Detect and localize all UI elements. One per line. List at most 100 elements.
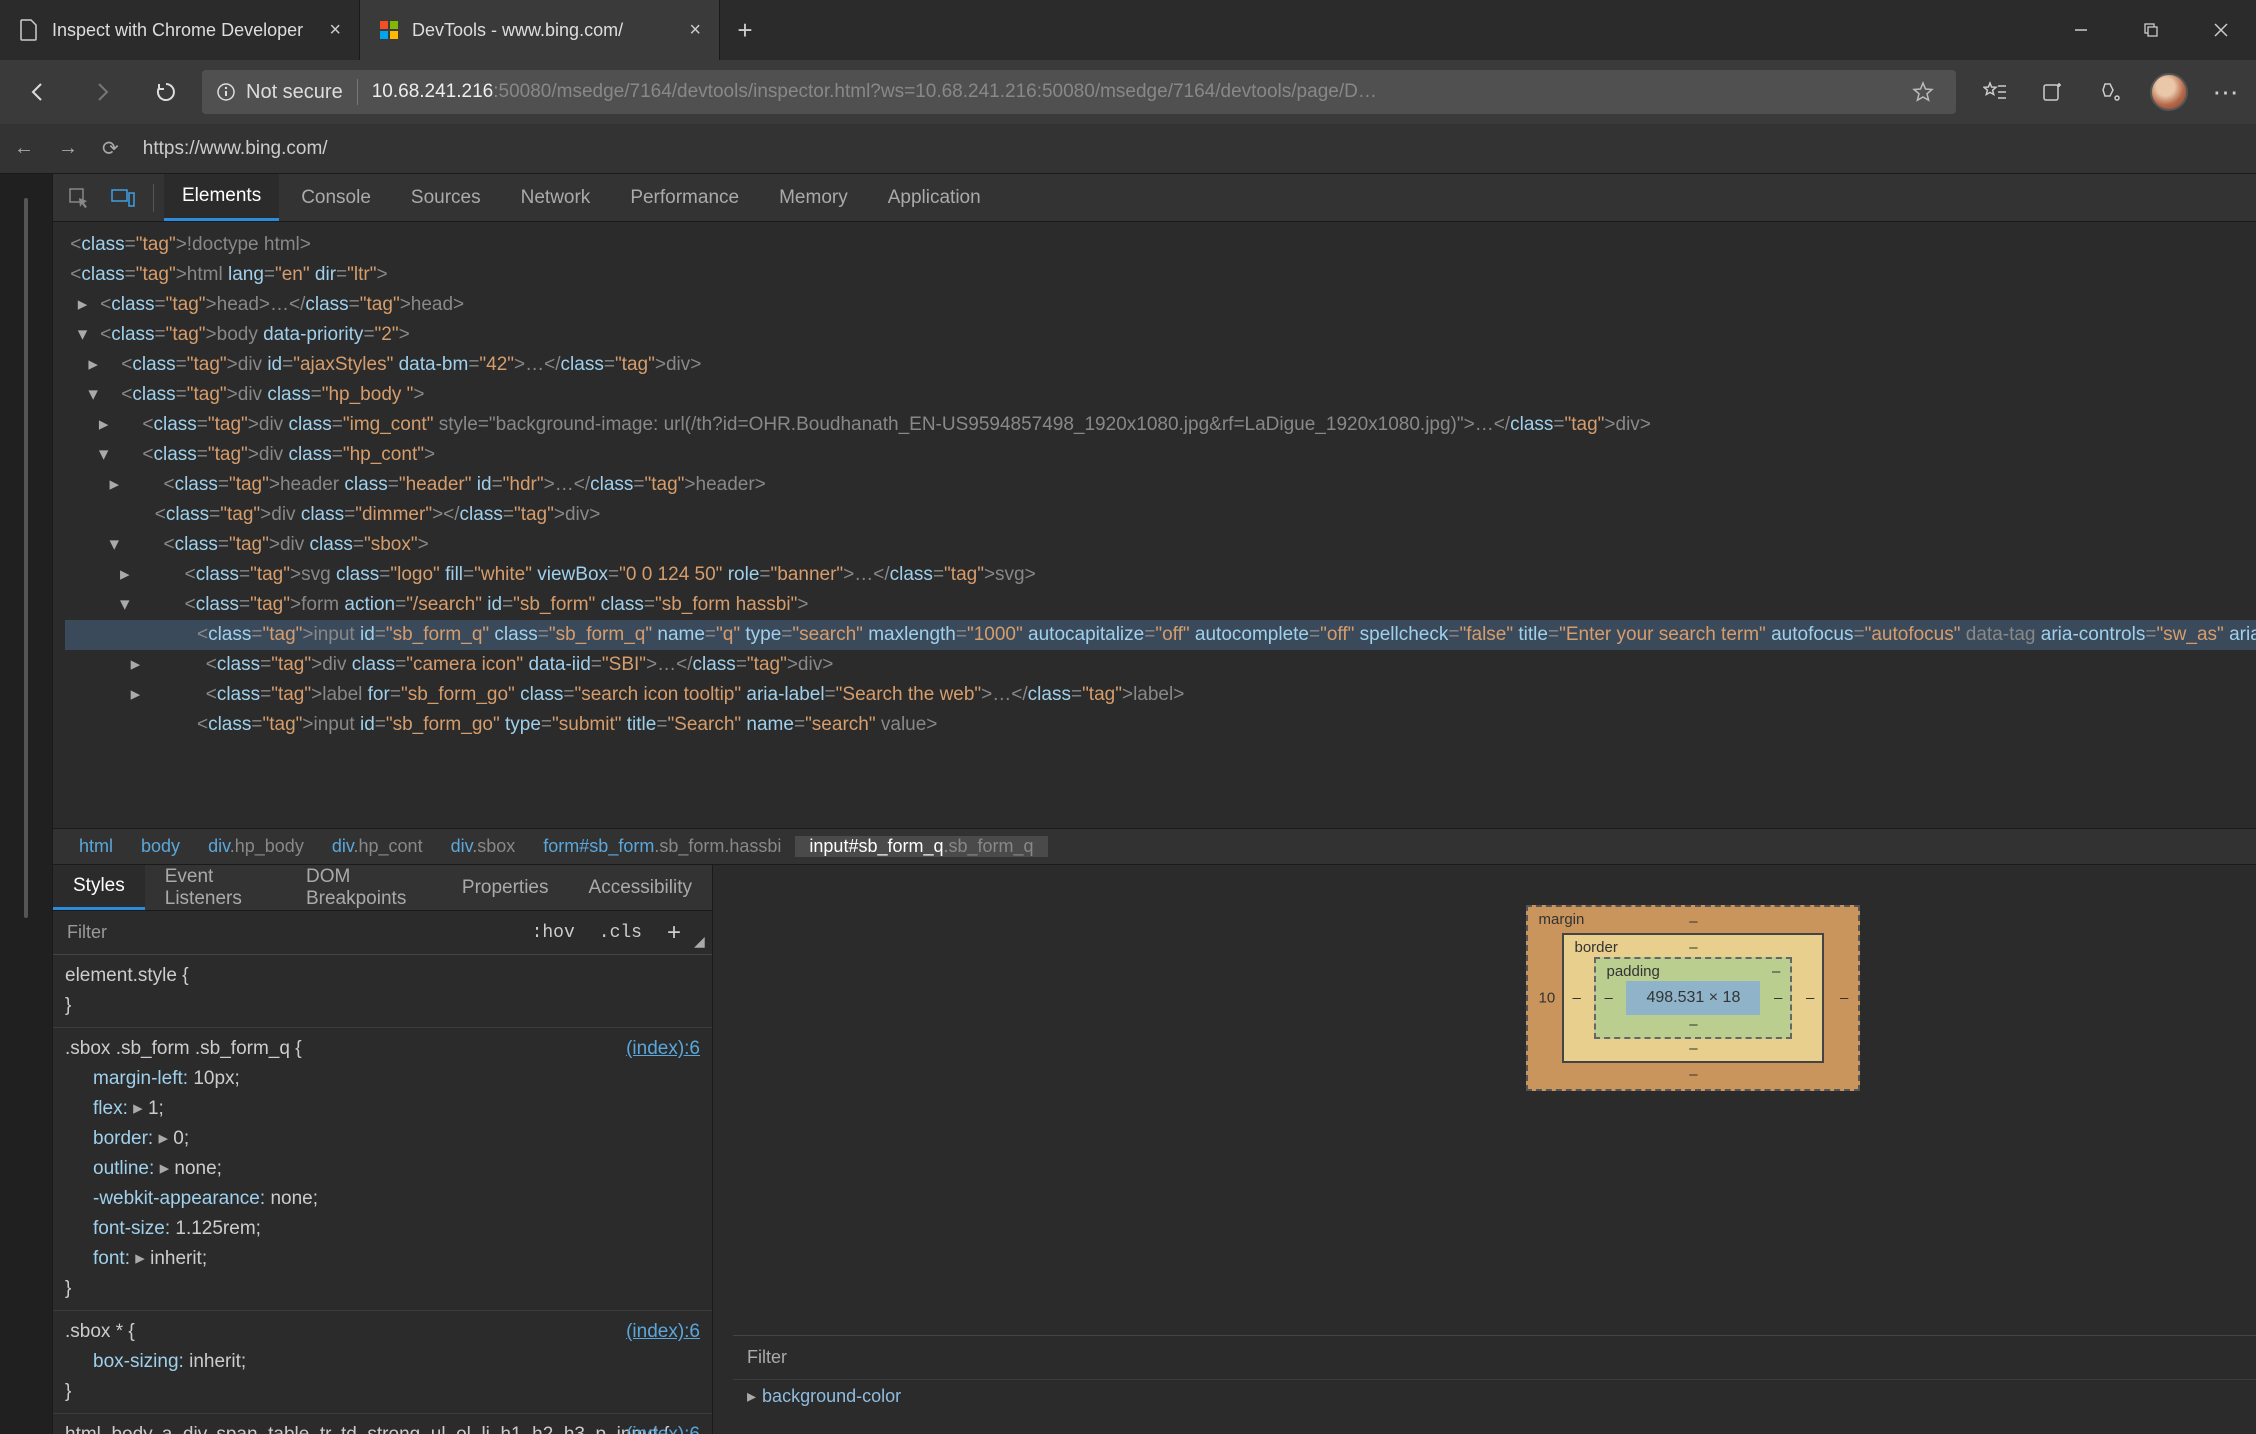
- edge-favicon-icon: [378, 19, 400, 41]
- collections-icon[interactable]: [2034, 73, 2072, 111]
- tab-dom-breakpoints[interactable]: DOM Breakpoints: [286, 865, 442, 910]
- inspect-element-icon[interactable]: [59, 178, 99, 218]
- tab-console[interactable]: Console: [283, 174, 389, 221]
- dom-node[interactable]: ▾ <class="tag">div class="sbox">: [65, 530, 2256, 560]
- styles-pane: Styles Event Listeners DOM Breakpoints P…: [53, 865, 713, 1434]
- tab-network[interactable]: Network: [503, 174, 609, 221]
- background-image-decoration: [24, 571, 28, 791]
- dom-node[interactable]: ▸ <class="tag">header class="header" id=…: [65, 470, 2256, 500]
- close-window-button[interactable]: [2186, 0, 2256, 60]
- dom-node[interactable]: ▸ <class="tag">div class="img_cont" styl…: [65, 410, 2256, 440]
- separator: [153, 184, 154, 212]
- tab-accessibility[interactable]: Accessibility: [569, 865, 712, 910]
- resize-corner-icon[interactable]: ◢: [694, 933, 712, 954]
- dom-node[interactable]: ▾ <class="tag">body data-priority="2">: [65, 320, 2256, 350]
- back-icon[interactable]: ←: [14, 137, 34, 160]
- breadcrumb-item[interactable]: form#sb_form.sb_form.hassbi: [529, 836, 795, 857]
- margin-label: margin: [1538, 911, 1584, 928]
- dom-node[interactable]: <class="tag">!doctype html>: [65, 230, 2256, 260]
- css-rule[interactable]: (index):6.sbox * {box-sizing: inherit;}: [53, 1311, 712, 1414]
- maximize-button[interactable]: [2116, 0, 2186, 60]
- device-frame[interactable]: Images Connor 895🏅 ☰ Bing: [24, 198, 28, 918]
- back-button[interactable]: [10, 68, 66, 116]
- inspected-page-pane: Images Connor 895🏅 ☰ Bing: [0, 174, 52, 1434]
- dom-node[interactable]: ▸ <class="tag">label for="sb_form_go" cl…: [65, 680, 2256, 710]
- menu-icon[interactable]: ⋯: [2208, 73, 2246, 111]
- tab-title: DevTools - www.bing.com/: [412, 20, 677, 41]
- source-link[interactable]: (index):6: [626, 1034, 700, 1064]
- styles-filter-input[interactable]: Filter: [53, 922, 520, 943]
- address-bar[interactable]: Not secure 10.68.241.216:50080/msedge/71…: [202, 70, 1956, 114]
- devtools-panel: Elements Console Sources Network Perform…: [52, 174, 2256, 1434]
- forward-icon[interactable]: →: [58, 137, 78, 160]
- browser-tab-strip: Inspect with Chrome Developer × DevTools…: [0, 0, 2256, 60]
- dom-node[interactable]: ▸ <class="tag">head>…</class="tag">head>: [65, 290, 2256, 320]
- dom-tree[interactable]: <class="tag">!doctype html> <class="tag"…: [53, 222, 2256, 828]
- new-rule-button[interactable]: +: [654, 919, 694, 947]
- bing-search-box[interactable]: [24, 330, 28, 386]
- dom-node[interactable]: ▾ <class="tag">form action="/search" id=…: [65, 590, 2256, 620]
- dom-breadcrumbs[interactable]: htmlbodydiv.hp_bodydiv.hp_contdiv.sboxfo…: [53, 828, 2256, 864]
- favorites-list-icon[interactable]: [1976, 73, 2014, 111]
- breadcrumb-item[interactable]: body: [127, 836, 194, 857]
- dom-node[interactable]: ▸ <class="tag">svg class="logo" fill="wh…: [65, 560, 2256, 590]
- tab-sources[interactable]: Sources: [393, 174, 499, 221]
- profile-avatar[interactable]: [2150, 73, 2188, 111]
- browser-tab-active[interactable]: DevTools - www.bing.com/ ×: [360, 0, 720, 60]
- favorite-star-icon[interactable]: [1904, 73, 1942, 111]
- breadcrumb-item[interactable]: div.hp_cont: [318, 836, 437, 857]
- css-rule[interactable]: (index):6html, body, a, div, span, table…: [53, 1414, 712, 1434]
- tab-memory[interactable]: Memory: [761, 174, 866, 221]
- extensions-icon[interactable]: [2092, 73, 2130, 111]
- css-rules[interactable]: element.style {}(index):6.sbox .sb_form …: [53, 955, 712, 1434]
- info-icon: [216, 82, 236, 102]
- tab-elements[interactable]: Elements: [164, 174, 279, 221]
- dom-node[interactable]: <class="tag">input id="sb_form_q" class=…: [65, 620, 2256, 650]
- new-tab-button[interactable]: +: [720, 0, 770, 60]
- css-rule[interactable]: (index):6.sbox .sb_form .sb_form_q {marg…: [53, 1028, 712, 1311]
- reload-icon[interactable]: ⟳: [102, 136, 119, 161]
- bing-logo: Bing: [24, 264, 28, 314]
- close-tab-icon[interactable]: ×: [329, 19, 341, 42]
- dom-node[interactable]: <class="tag">input id="sb_form_go" type=…: [65, 710, 2256, 740]
- forward-button[interactable]: [74, 68, 130, 116]
- close-tab-icon[interactable]: ×: [689, 19, 701, 42]
- computed-property[interactable]: ▸background-color: [733, 1379, 2256, 1414]
- dom-node[interactable]: <class="tag">html lang="en" dir="ltr">: [65, 260, 2256, 290]
- tab-performance[interactable]: Performance: [612, 174, 757, 221]
- source-link[interactable]: (index):6: [626, 1317, 700, 1347]
- browser-toolbar: Not secure 10.68.241.216:50080/msedge/71…: [0, 60, 2256, 124]
- inspected-url[interactable]: https://www.bing.com/: [143, 138, 328, 160]
- device-toolbar-icon[interactable]: [103, 178, 143, 218]
- hov-toggle[interactable]: :hov: [520, 923, 587, 943]
- window-controls: [2046, 0, 2256, 60]
- news-item[interactable]: Signed and delivered: [26, 885, 28, 901]
- tab-styles[interactable]: Styles: [53, 865, 145, 910]
- reload-button[interactable]: [138, 68, 194, 116]
- breadcrumb-item[interactable]: div.hp_body: [194, 836, 318, 857]
- dom-node[interactable]: ▾ <class="tag">div class="hp_body ">: [65, 380, 2256, 410]
- source-link[interactable]: (index):6: [626, 1420, 700, 1434]
- box-model[interactable]: margin 10 – – – border – – – –: [1526, 905, 1860, 1091]
- dom-node[interactable]: ▸ <class="tag">div class="camera icon" d…: [65, 650, 2256, 680]
- dom-node[interactable]: <class="tag">div class="dimmer"></class=…: [65, 500, 2256, 530]
- toolbar-actions: ⋯: [1976, 73, 2246, 111]
- box-content-size: 498.531 × 18: [1626, 981, 1760, 1015]
- minimize-button[interactable]: [2046, 0, 2116, 60]
- dom-node[interactable]: ▸ <class="tag">div id="ajaxStyles" data-…: [65, 350, 2256, 380]
- breadcrumb-item[interactable]: input#sb_form_q.sb_form_q: [795, 836, 1047, 857]
- border-label: border: [1574, 939, 1617, 956]
- tab-application[interactable]: Application: [870, 174, 999, 221]
- tab-properties[interactable]: Properties: [442, 865, 569, 910]
- tab-event-listeners[interactable]: Event Listeners: [145, 865, 286, 910]
- styles-filter-row: Filter :hov .cls + ◢: [53, 911, 712, 955]
- security-indicator[interactable]: Not secure: [216, 81, 343, 104]
- css-rule[interactable]: element.style {}: [53, 955, 712, 1028]
- cls-toggle[interactable]: .cls: [587, 923, 654, 943]
- browser-tab-inactive[interactable]: Inspect with Chrome Developer ×: [0, 0, 360, 60]
- dom-node[interactable]: ▾ <class="tag">div class="hp_cont">: [65, 440, 2256, 470]
- breadcrumb-item[interactable]: div.sbox: [437, 836, 530, 857]
- computed-filter-input[interactable]: Filter: [747, 1347, 787, 1368]
- styles-tab-bar: Styles Event Listeners DOM Breakpoints P…: [53, 865, 712, 911]
- breadcrumb-item[interactable]: html: [65, 836, 127, 857]
